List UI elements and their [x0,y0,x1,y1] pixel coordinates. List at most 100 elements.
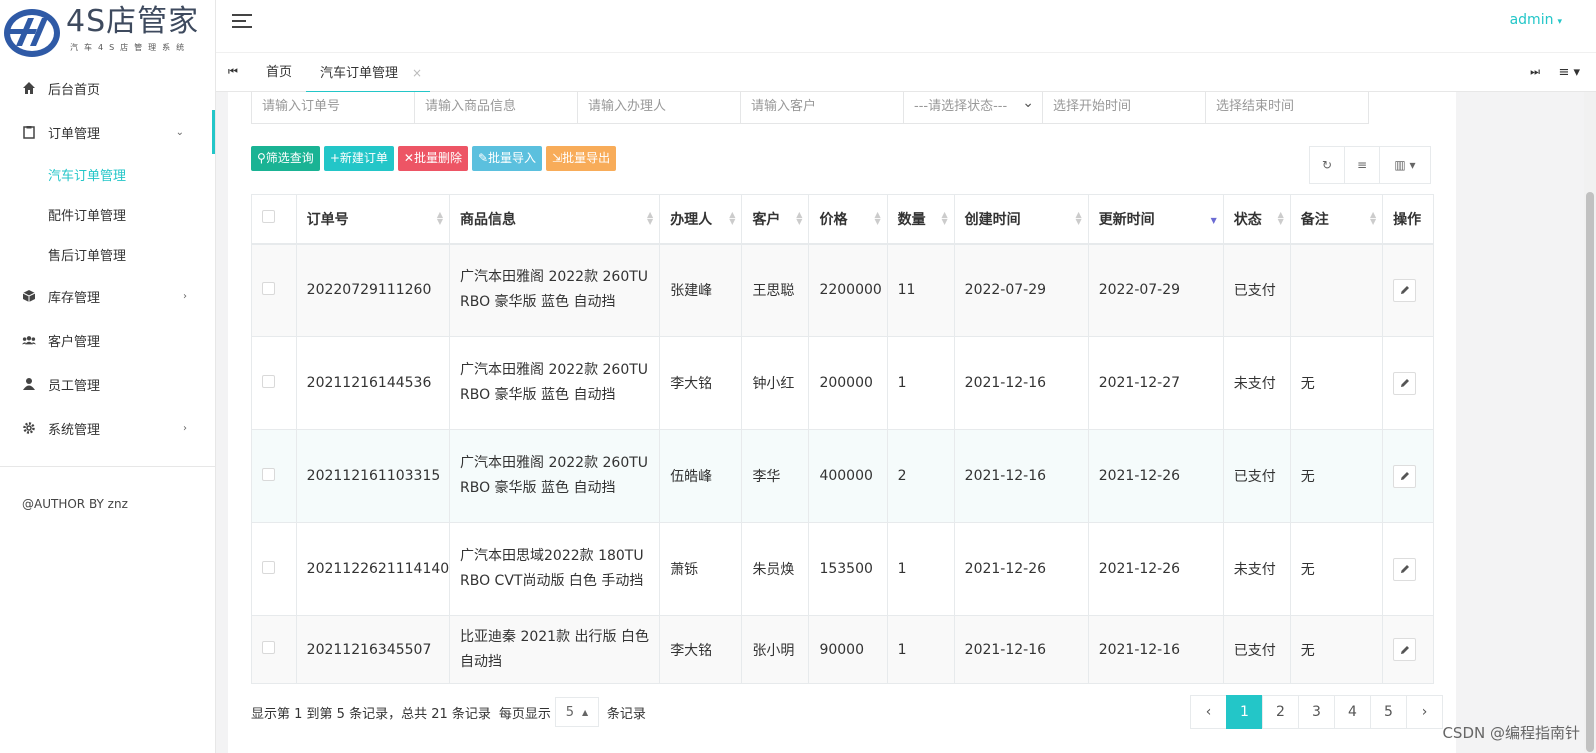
batch-import-button[interactable]: ✎批量导入 [471,146,543,171]
customer-cell: 钟小红 [741,336,810,430]
create-order-button[interactable]: +新建订单 [323,146,394,171]
page-button[interactable]: 2 [1262,695,1299,729]
row-select-cell[interactable] [251,336,297,430]
end-time-input[interactable]: 选择结束时间 [1205,92,1369,124]
table-row[interactable]: 20220729111260 广汽本田雅阁 2022款 260TURBO 豪华版 … [251,243,1434,337]
query-button[interactable]: ⚲筛选查询 [251,146,320,171]
edit-icon[interactable] [1393,464,1417,488]
edit-icon[interactable] [1393,638,1417,661]
author-credit: @AUTHOR BY znz [22,497,128,511]
handler-input[interactable]: 请输入办理人 [577,92,741,124]
table-row[interactable]: 202112161103315 广汽本田雅阁 2022款 260TURBO 豪华版… [251,429,1434,523]
status-select[interactable]: ---请选择状态--- [903,88,1043,124]
page-scrollbar[interactable] [1584,92,1596,753]
next-page-button[interactable]: › [1406,695,1443,729]
edit-icon[interactable] [1393,278,1417,302]
column-header[interactable]: 数量 ▲ ▼ [886,194,955,245]
created-cell: 2022-07-29 [953,243,1089,337]
page-size-select[interactable]: 5 ▲ [554,697,599,727]
sidebar-item-system[interactable]: 系统管理 › [0,406,215,450]
users-icon [22,333,36,347]
row-select-cell[interactable] [251,429,297,523]
refresh-icon[interactable]: ↻ [1309,146,1345,184]
table-row[interactable]: 2021122621114140 广汽本田思域2022款 180TURBO CVT… [251,522,1434,616]
edit-icon: ✎ [477,151,489,165]
row-checkbox[interactable] [262,560,275,574]
sidebar-item-label: 客户管理 [48,334,101,350]
sidebar-item-label: 员工管理 [48,378,101,394]
batch-export-button[interactable]: ⇲批量导出 [546,146,617,171]
prev-page-button[interactable]: ‹ [1190,695,1227,729]
columns-icon[interactable]: ▥ ▾ [1379,146,1431,184]
tabs-menu-icon[interactable]: ≡ ▾ [1558,65,1580,80]
sidebar-item-inventory[interactable]: 库存管理 › [0,274,215,318]
per-page-label: 每页显示 [498,706,551,722]
tab-car-orders[interactable]: 汽车订单管理 × [306,53,431,93]
edit-icon[interactable] [1393,371,1417,395]
close-icon[interactable]: × [412,66,422,80]
column-header[interactable]: 创建时间 ▲ ▼ [953,194,1089,245]
caret-up-icon: ▲ [581,707,589,717]
row-checkbox[interactable] [262,281,275,295]
column-header[interactable]: 客户 ▲ ▼ [741,194,810,245]
toggle-view-icon[interactable]: ≡ [1344,146,1380,184]
page-button[interactable]: 1 [1226,695,1263,729]
row-select-cell[interactable] [251,615,297,684]
tabs-scroll-right-icon[interactable]: ⏭ [1530,65,1540,79]
column-header[interactable]: 订单号 ▲ ▼ [295,194,451,245]
updated-cell: 2021-12-16 [1087,615,1224,684]
row-checkbox[interactable] [262,641,275,654]
user-menu[interactable]: admin ▾ [1510,12,1562,28]
handler-cell: 李大铭 [659,336,743,430]
page-tabs-bar: ⏮ 首页 汽车订单管理 × ⏭ ≡ ▾ [216,52,1596,93]
scrollbar-thumb[interactable] [1586,192,1594,752]
row-checkbox[interactable] [262,467,275,481]
page-button[interactable]: 4 [1334,695,1371,729]
column-header[interactable]: 办理人 ▲ ▼ [659,194,743,245]
column-header[interactable]: 更新时间 ▼ [1087,194,1224,245]
tab-home[interactable]: 首页 [266,53,292,93]
sidebar-subitem-parts-orders[interactable]: 配件订单管理 [0,194,215,234]
start-time-input[interactable]: 选择开始时间 [1042,92,1206,124]
per-page-suffix: 条记录 [606,706,646,722]
pagination-info: 显示第 1 到第 5 条记录，总共 21 条记录 每页显示 5 ▲ 条记录 [251,697,646,727]
tabs-scroll-left-icon[interactable]: ⏮ [228,65,238,79]
search-icon: ⚲ [257,151,266,165]
user-icon [22,377,36,391]
sidebar-subitem-aftersale-orders[interactable]: 售后订单管理 [0,234,215,274]
top-header: admin ▾ [216,0,1596,52]
edit-icon[interactable] [1393,557,1417,581]
row-checkbox[interactable] [262,374,275,388]
sidebar-item-orders[interactable]: 订单管理 ⌄ [0,110,215,154]
order-no-input[interactable]: 请输入订单号 [251,92,415,124]
table-row[interactable]: 20211216144536 广汽本田雅阁 2022款 260TURBO 豪华版 … [251,336,1434,430]
select-all-checkbox[interactable] [262,210,275,224]
select-all-cell[interactable] [251,194,297,245]
goods-input[interactable]: 请输入商品信息 [414,92,578,124]
page-button[interactable]: 3 [1298,695,1335,729]
handler-cell: 萧铄 [659,522,743,616]
status-cell: 未支付 [1222,522,1291,616]
order-no-cell: 2021122621114140 [295,522,451,616]
sidebar-item-customers[interactable]: 客户管理 [0,318,215,362]
column-header[interactable]: 状态 ▲ ▼ [1222,194,1291,245]
sort-icon: ▲ ▼ [796,210,803,226]
updated-cell: 2021-12-26 [1087,522,1224,616]
batch-delete-button[interactable]: ✕批量删除 [397,146,468,171]
customer-input[interactable]: 请输入客户 [740,92,904,124]
customer-cell: 张小明 [741,615,810,684]
row-select-cell[interactable] [251,243,297,337]
watermark: CSDN @编程指南针 [1442,724,1580,742]
table-row[interactable]: 20211216345507 比亚迪秦 2021款 出行版 白色 自动挡 李大铭 张小… [251,615,1434,684]
menu-toggle-icon[interactable] [232,10,252,30]
sidebar-item-dashboard[interactable]: 后台首页 [0,66,215,110]
row-select-cell[interactable] [251,522,297,616]
sidebar-subitem-car-orders[interactable]: 汽车订单管理 [0,154,215,194]
sidebar-item-staff[interactable]: 员工管理 [0,362,215,406]
operation-cell [1382,243,1434,337]
page-button[interactable]: 5 [1370,695,1407,729]
price-cell: 400000 [808,429,888,523]
column-header[interactable]: 商品信息 ▲ ▼ [448,194,661,245]
column-header[interactable]: 价格 ▲ ▼ [808,194,888,245]
column-header[interactable]: 备注 ▲ ▼ [1289,194,1384,245]
